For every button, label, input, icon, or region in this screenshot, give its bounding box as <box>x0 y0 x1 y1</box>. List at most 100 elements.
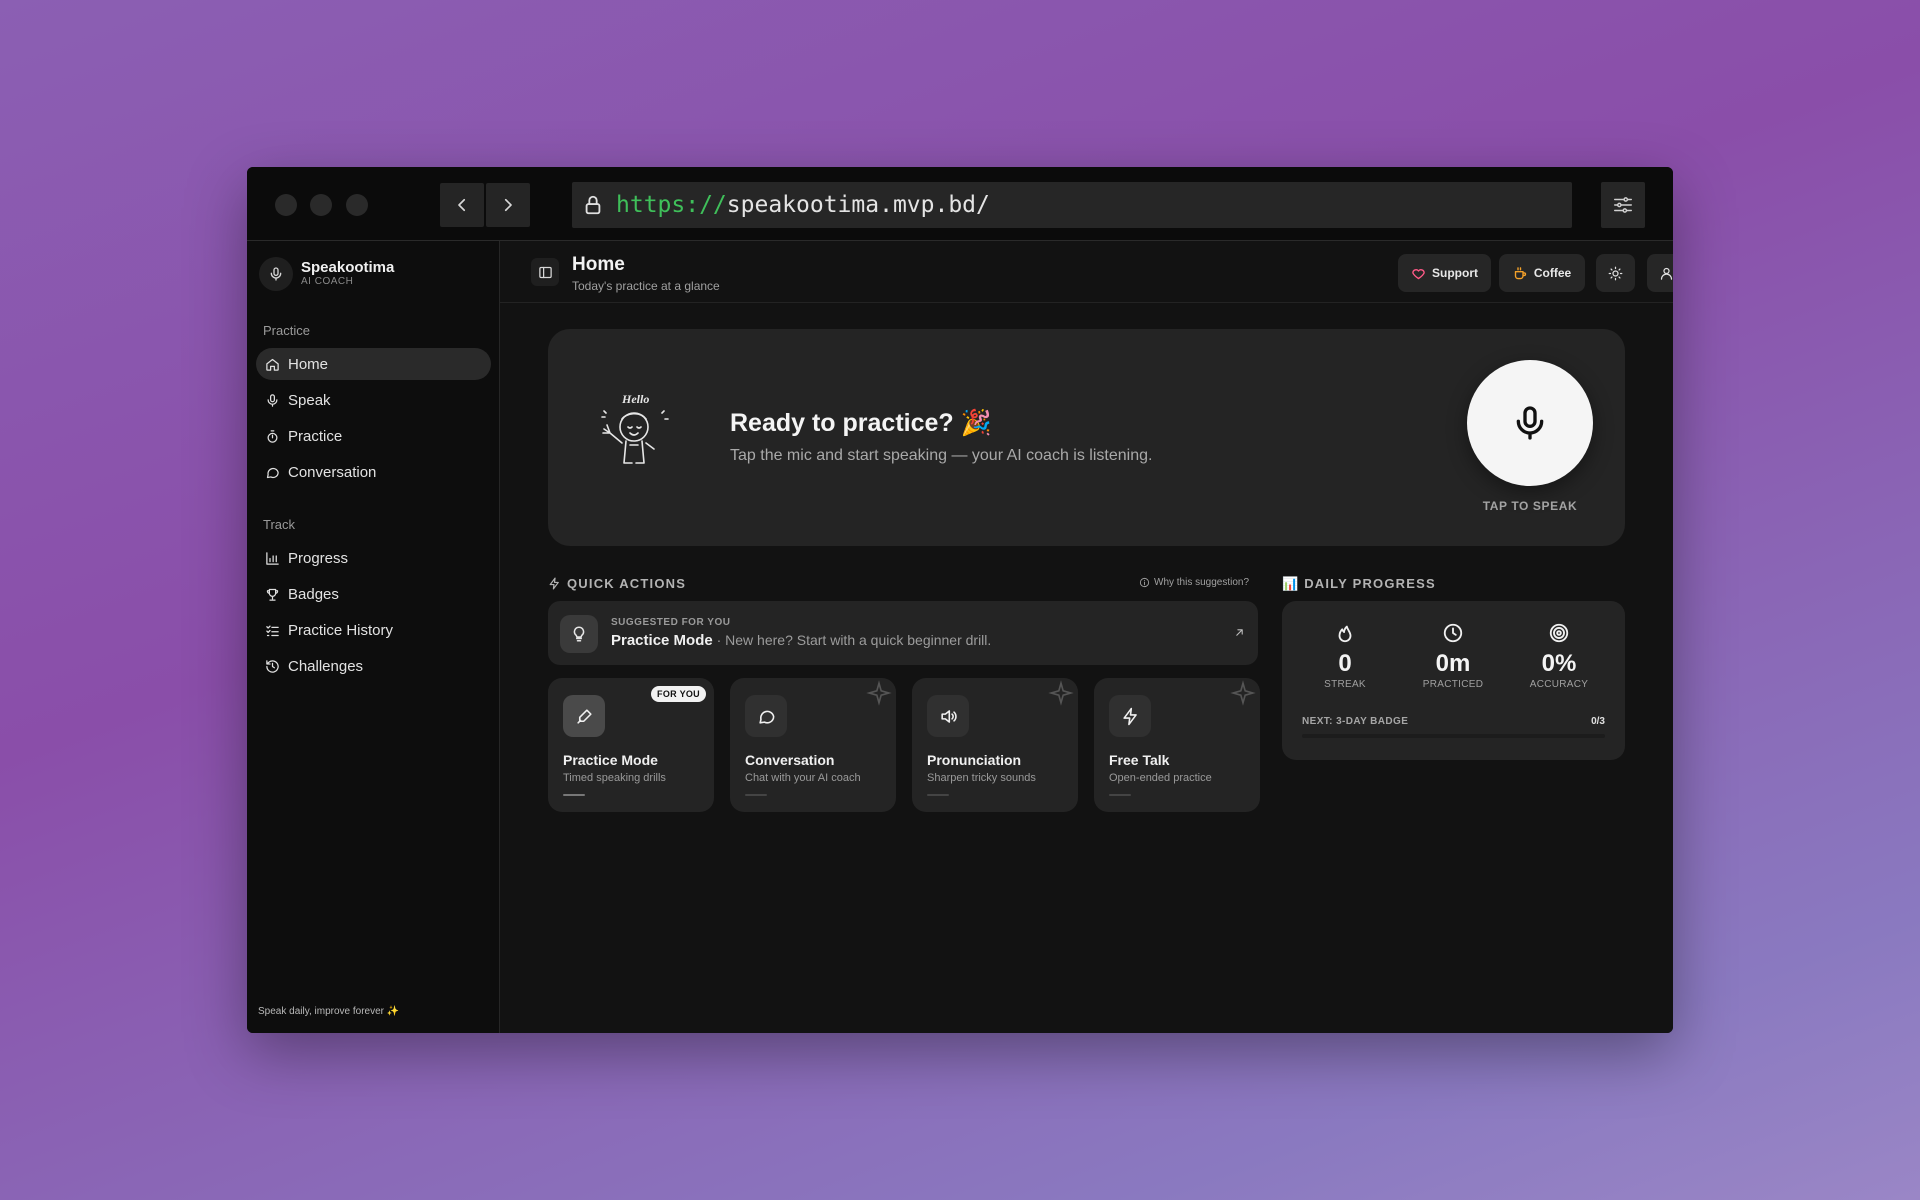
target-icon <box>1509 621 1609 645</box>
mic-icon <box>1516 406 1544 440</box>
zap-icon <box>548 577 561 590</box>
hero-title: Ready to practice? 🎉 <box>730 409 992 437</box>
arrow-up-right-icon <box>1233 626 1246 639</box>
streak-label: STREAK <box>1324 679 1366 690</box>
url-host: speakootima.mvp.bd/ <box>726 192 990 218</box>
flame-icon <box>1295 621 1395 645</box>
sidebar-item-label: Progress <box>288 549 349 567</box>
card-subtitle: Open-ended practice <box>1109 772 1212 784</box>
profile-button[interactable] <box>1647 254 1673 292</box>
daily-progress-heading: 📊 DAILY PROGRESS <box>1282 576 1436 592</box>
brand[interactable]: Speakootima AI COACH <box>259 257 394 291</box>
sidebar-item-progress[interactable]: Progress <box>256 542 491 574</box>
window-minimize-dot[interactable] <box>310 194 332 216</box>
card-title: Free Talk <box>1109 752 1170 768</box>
sidebar-item-badges[interactable]: Badges <box>256 578 491 610</box>
forward-button[interactable] <box>486 183 530 227</box>
sliders-icon <box>1614 197 1632 213</box>
suggestion-detail: · New here? Start with a quick beginner … <box>716 632 992 648</box>
pronunciation-card[interactable]: Pronunciation Sharpen tricky sounds <box>912 678 1078 812</box>
list-check-icon <box>264 622 280 638</box>
coffee-icon <box>1513 266 1528 281</box>
suggested-practice-banner[interactable]: SUGGESTED FOR YOU Practice Mode · New he… <box>548 601 1258 665</box>
conversation-card[interactable]: Conversation Chat with your AI coach <box>730 678 896 812</box>
sidebar-item-practice-history[interactable]: Practice History <box>256 614 491 646</box>
window-maximize-dot[interactable] <box>346 194 368 216</box>
sidebar-footer-text: Speak daily, improve forever ✨ <box>258 1006 400 1017</box>
heart-icon <box>1411 266 1426 281</box>
sidebar-item-label: Home <box>288 355 329 373</box>
bar-chart-icon <box>264 550 280 566</box>
card-accent-bar <box>563 794 585 796</box>
sidebar-item-practice[interactable]: Practice <box>256 420 491 452</box>
next-badge-label: NEXT: 3-DAY BADGE <box>1302 716 1409 727</box>
sparkle-icon <box>1230 680 1256 706</box>
card-subtitle: Timed speaking drills <box>563 772 666 784</box>
quick-actions-label: QUICK ACTIONS <box>567 576 687 591</box>
suggested-mode: Practice Mode <box>611 632 713 649</box>
sidebar-item-challenges[interactable]: Challenges <box>256 650 491 682</box>
back-button[interactable] <box>440 183 484 227</box>
card-title: Pronunciation <box>927 752 1022 768</box>
sidebar-item-label: Practice History <box>288 621 394 639</box>
sidebar-item-label: Badges <box>288 585 339 603</box>
pen-icon <box>563 695 605 737</box>
page-title: Home <box>572 254 625 275</box>
info-icon <box>1139 577 1150 588</box>
browser-settings-button[interactable] <box>1601 182 1645 228</box>
window-close-dot[interactable] <box>275 194 297 216</box>
practiced-stat: 0m PRACTICED <box>1403 621 1503 690</box>
chat-icon <box>745 695 787 737</box>
sidebar-item-conversation[interactable]: Conversation <box>256 456 491 488</box>
sidebar-toggle-button[interactable] <box>531 258 559 286</box>
card-accent-bar <box>745 794 767 796</box>
main-content: Home Today's practice at a glance Suppor… <box>500 241 1673 1033</box>
card-title: Conversation <box>745 752 835 768</box>
next-badge-progress-track <box>1302 734 1605 738</box>
sidebar-item-label: Speak <box>288 391 331 409</box>
sidebar: Speakootima AI COACH Practice Home Speak… <box>247 241 500 1033</box>
suggestion-text: Practice Mode · New here? Start with a q… <box>611 632 991 649</box>
accuracy-label: ACCURACY <box>1529 679 1589 690</box>
coffee-button[interactable]: Coffee <box>1499 254 1585 292</box>
section-label-track: Track <box>263 517 296 532</box>
coffee-label: Coffee <box>1533 266 1572 280</box>
support-button[interactable]: Support <box>1398 254 1491 292</box>
chevron-left-icon <box>458 198 466 212</box>
sidebar-item-label: Challenges <box>288 657 364 675</box>
sidebar-item-label: Practice <box>288 427 343 445</box>
tap-to-speak-button[interactable] <box>1467 360 1593 486</box>
card-subtitle: Sharpen tricky sounds <box>927 772 1036 784</box>
tap-to-speak-label: TAP TO SPEAK <box>1482 499 1578 513</box>
why-suggestion-link[interactable]: Why this suggestion? <box>1139 577 1249 588</box>
for-you-badge: FOR YOU <box>651 686 706 702</box>
streak-value: 0 <box>1338 650 1352 677</box>
daily-progress-card: 0 STREAK 0m PRACTICED 0% ACCURACY NEXT: … <box>1282 601 1625 760</box>
lightbulb-icon <box>560 615 598 653</box>
theme-toggle-button[interactable] <box>1596 254 1635 292</box>
card-subtitle: Chat with your AI coach <box>745 772 861 784</box>
quick-actions-heading: QUICK ACTIONS <box>548 576 686 591</box>
sidebar-item-label: Conversation <box>288 463 377 481</box>
next-badge-count: 0/3 <box>1591 716 1605 727</box>
sidebar-item-speak[interactable]: Speak <box>256 384 491 416</box>
suggested-tag: SUGGESTED FOR YOU <box>611 617 731 628</box>
home-icon <box>264 356 280 372</box>
free-talk-card[interactable]: Free Talk Open-ended practice <box>1094 678 1260 812</box>
brand-name: Speakootima <box>301 259 395 276</box>
address-bar[interactable]: https://speakootima.mvp.bd/ <box>572 182 1572 228</box>
hello-illustration: Hello <box>601 392 669 464</box>
user-icon <box>1660 267 1673 280</box>
card-title: Practice Mode <box>563 752 658 768</box>
accuracy-value: 0% <box>1541 650 1577 677</box>
accuracy-stat: 0% ACCURACY <box>1509 621 1609 690</box>
practice-mode-card[interactable]: FOR YOU Practice Mode Timed speaking dri… <box>548 678 714 812</box>
sidebar-item-home[interactable]: Home <box>256 348 491 380</box>
practice-hero-card: Hello Ready to practice? 🎉 Tap the mic a… <box>548 329 1625 546</box>
bolt-icon <box>1109 695 1151 737</box>
url-scheme: https:// <box>616 192 727 218</box>
practiced-label: PRACTICED <box>1422 679 1484 690</box>
why-suggestion-label: Why this suggestion? <box>1154 577 1250 588</box>
browser-titlebar: https://speakootima.mvp.bd/ <box>247 167 1673 241</box>
hero-subtitle: Tap the mic and start speaking — your AI… <box>730 447 1153 464</box>
